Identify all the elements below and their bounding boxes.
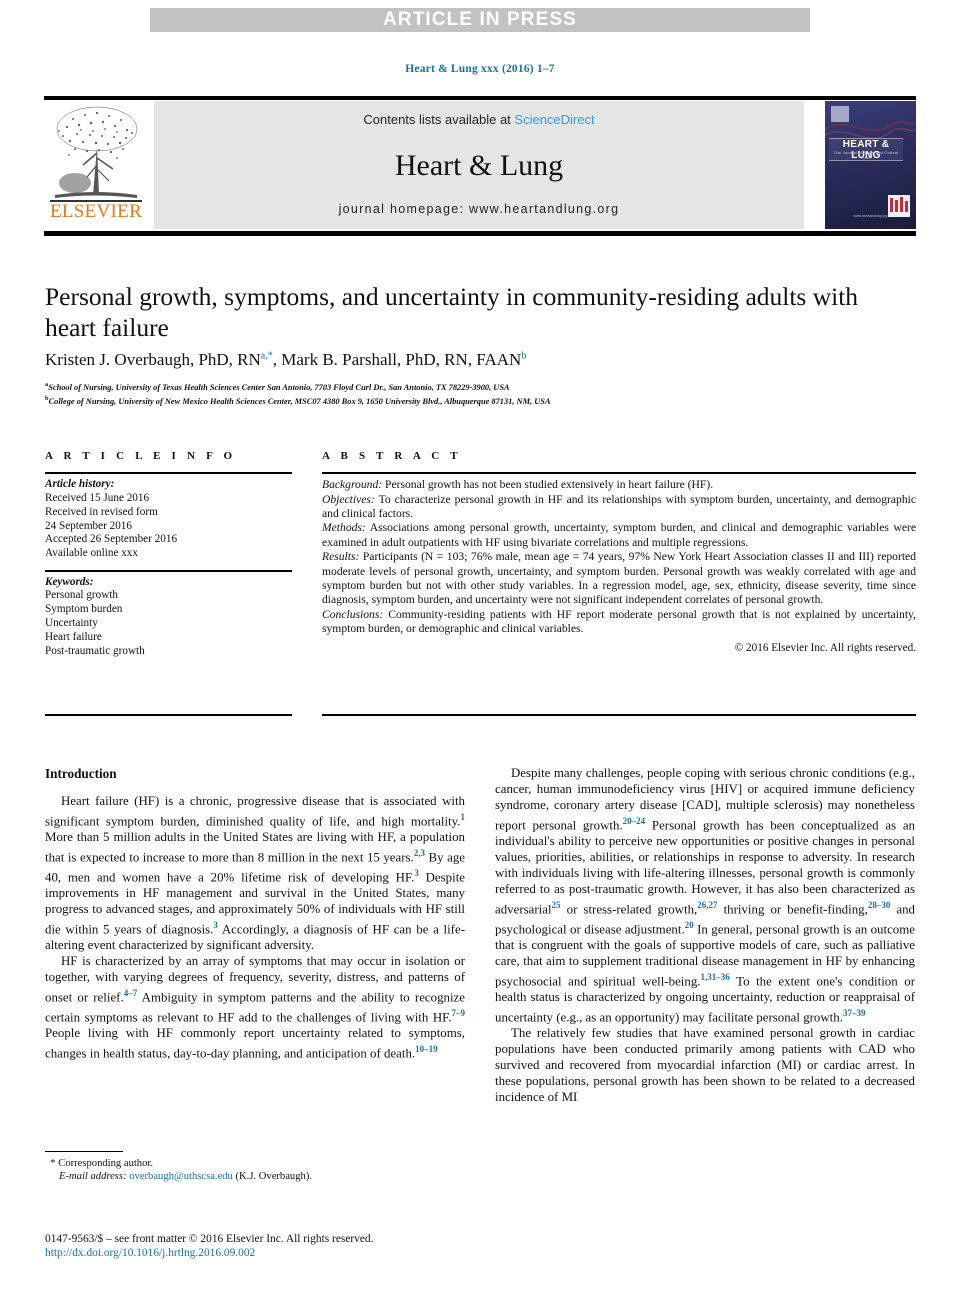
sciencedirect-box: Contents lists available at ScienceDirec…: [154, 101, 804, 229]
abstract-section: Methods: Associations among personal gro…: [322, 521, 916, 550]
footnote-rule: [45, 1151, 123, 1153]
abstract-section-label: Objectives:: [322, 492, 375, 506]
article-info-rule-bottom: [45, 714, 292, 717]
history-item: Received 15 June 2016: [45, 491, 150, 504]
journal-masthead: ELSEVIER Contents lists available at Sci…: [44, 101, 916, 229]
abstract-section-text: Associations among personal growth, unce…: [322, 521, 916, 549]
body-paragraph: Heart failure (HF) is a chronic, progres…: [45, 793, 465, 953]
history-item: Received in revised form: [45, 505, 158, 518]
journal-homepage[interactable]: journal homepage: www.heartandlung.org: [154, 202, 804, 216]
article-in-press-banner: ARTICLE IN PRESS: [150, 8, 810, 32]
masthead-bottom-rule: [44, 231, 916, 236]
running-citation: Heart & Lung xxx (2016) 1–7: [405, 63, 555, 75]
keyword-item: Symptom burden: [45, 603, 123, 616]
email-line: E-mail address: overbaugh@uthscsa.edu (K…: [45, 1170, 465, 1183]
contents-available-line: Contents lists available at ScienceDirec…: [154, 112, 804, 127]
email-label: E-mail address:: [59, 1171, 127, 1183]
abstract-section-text: Personal growth has not been studied ext…: [382, 478, 714, 492]
abstract-body: Background: Personal growth has not been…: [322, 474, 916, 659]
email-link[interactable]: overbaugh@uthscsa.edu: [129, 1171, 233, 1182]
article-info-heading: A R T I C L E I N F O: [45, 450, 237, 462]
article-history-label: Article history:: [45, 478, 115, 491]
keyword-item: Heart failure: [45, 630, 102, 643]
keyword-item: Post-traumatic growth: [45, 644, 145, 657]
affiliations: aSchool of Nursing, University of Texas …: [45, 379, 915, 408]
body-paragraph: Despite many challenges, people coping w…: [495, 766, 915, 1025]
article-history-block: Article history: Received 15 June 2016 R…: [45, 474, 292, 570]
keywords-block: Keywords: Personal growth Symptom burden…: [45, 572, 292, 668]
body-column-right: Despite many challenges, people coping w…: [495, 766, 915, 1106]
cover-elsevier-mark: [831, 106, 849, 122]
section-heading-introduction: Introduction: [45, 766, 117, 781]
elsevier-wordmark: ELSEVIER: [49, 201, 143, 222]
doi-link[interactable]: http://dx.doi.org/10.1016/j.hrtlng.2016.…: [45, 1247, 545, 1259]
history-item: 24 September 2016: [45, 519, 132, 532]
masthead-top-rule: [44, 96, 916, 100]
abstract-section-label: Conclusions:: [322, 607, 384, 621]
article-info-column: A R T I C L E I N F O Article history: R…: [45, 450, 292, 667]
abstract-section: Results: Participants (N = 103; 76% male…: [322, 550, 916, 608]
page-title: Personal growth, symptoms, and uncertain…: [45, 282, 859, 342]
abstract-section: Objectives: To characterize personal gro…: [322, 493, 916, 522]
keyword-item: Personal growth: [45, 589, 119, 602]
abstract-copyright: © 2016 Elsevier Inc. All rights reserved…: [734, 641, 916, 654]
journal-title: Heart & Lung: [394, 149, 564, 182]
history-item: Available online xxx: [45, 547, 138, 560]
affiliation-b-text: College of Nursing, University of New Me…: [48, 397, 551, 407]
keywords-label: Keywords:: [45, 575, 94, 588]
abstract-section: Background: Personal growth has not been…: [322, 478, 916, 492]
journal-cover-thumbnail: HEART & LUNG The Journal of Acute and Cr…: [825, 101, 916, 229]
elsevier-logo: ELSEVIER: [44, 101, 148, 229]
affiliation-b: bCollege of Nursing, University of New M…: [45, 393, 915, 407]
imprint-line: 0147-9563/$ – see front matter © 2016 El…: [45, 1233, 374, 1245]
body-paragraph: The relatively few studies that have exa…: [495, 1026, 915, 1104]
abstract-section-label: Methods:: [322, 521, 366, 535]
body-column-left: Introduction Heart failure (HF) is a chr…: [45, 766, 465, 1063]
abstract-section-text: Community-residing patients with HF repo…: [322, 607, 916, 636]
body-paragraph: HF is characterized by an array of sympt…: [45, 954, 465, 1061]
abstract-section-label: Background:: [322, 478, 383, 492]
author-list: Kristen J. Overbaugh, PhD, RNa,*, Mark B…: [45, 350, 527, 369]
abstract-section-label: Results:: [322, 550, 360, 564]
elsevier-tree-icon: [55, 106, 138, 198]
email-suffix: (K.J. Overbaugh).: [235, 1171, 313, 1183]
abstract-column: A B S T R A C T Background: Personal gro…: [322, 450, 916, 659]
keyword-item: Uncertainty: [45, 616, 98, 629]
corresponding-label: Corresponding author.: [58, 1158, 153, 1169]
article-page: ARTICLE IN PRESS Heart & Lung xxx (2016)…: [0, 0, 960, 1305]
abstract-section: Conclusions: Community-residing patients…: [322, 608, 916, 637]
corresponding-author-line: * Corresponding author.: [45, 1157, 465, 1170]
abstract-heading: A B S T R A C T: [322, 450, 462, 462]
sciencedirect-link[interactable]: ScienceDirect: [514, 112, 594, 127]
cover-journal-subtitle: The Journal of Acute and Critical Care: [833, 150, 899, 160]
history-item: Accepted 26 September 2016: [45, 533, 178, 546]
corresponding-marker: *: [50, 1158, 56, 1169]
affiliation-a-text: School of Nursing, University of Texas H…: [48, 382, 510, 392]
abstract-section-text: To characterize personal growth in HF an…: [322, 492, 916, 520]
contents-prefix: Contents lists available at: [363, 112, 515, 127]
affiliation-a: aSchool of Nursing, University of Texas …: [45, 379, 915, 393]
cover-badge-icon: [888, 195, 910, 217]
corresponding-author-footnote: * Corresponding author. E-mail address: …: [45, 1157, 465, 1184]
abstract-rule-bottom: [322, 714, 916, 717]
abstract-section-text: Participants (N = 103; 76% male, mean ag…: [322, 550, 916, 607]
